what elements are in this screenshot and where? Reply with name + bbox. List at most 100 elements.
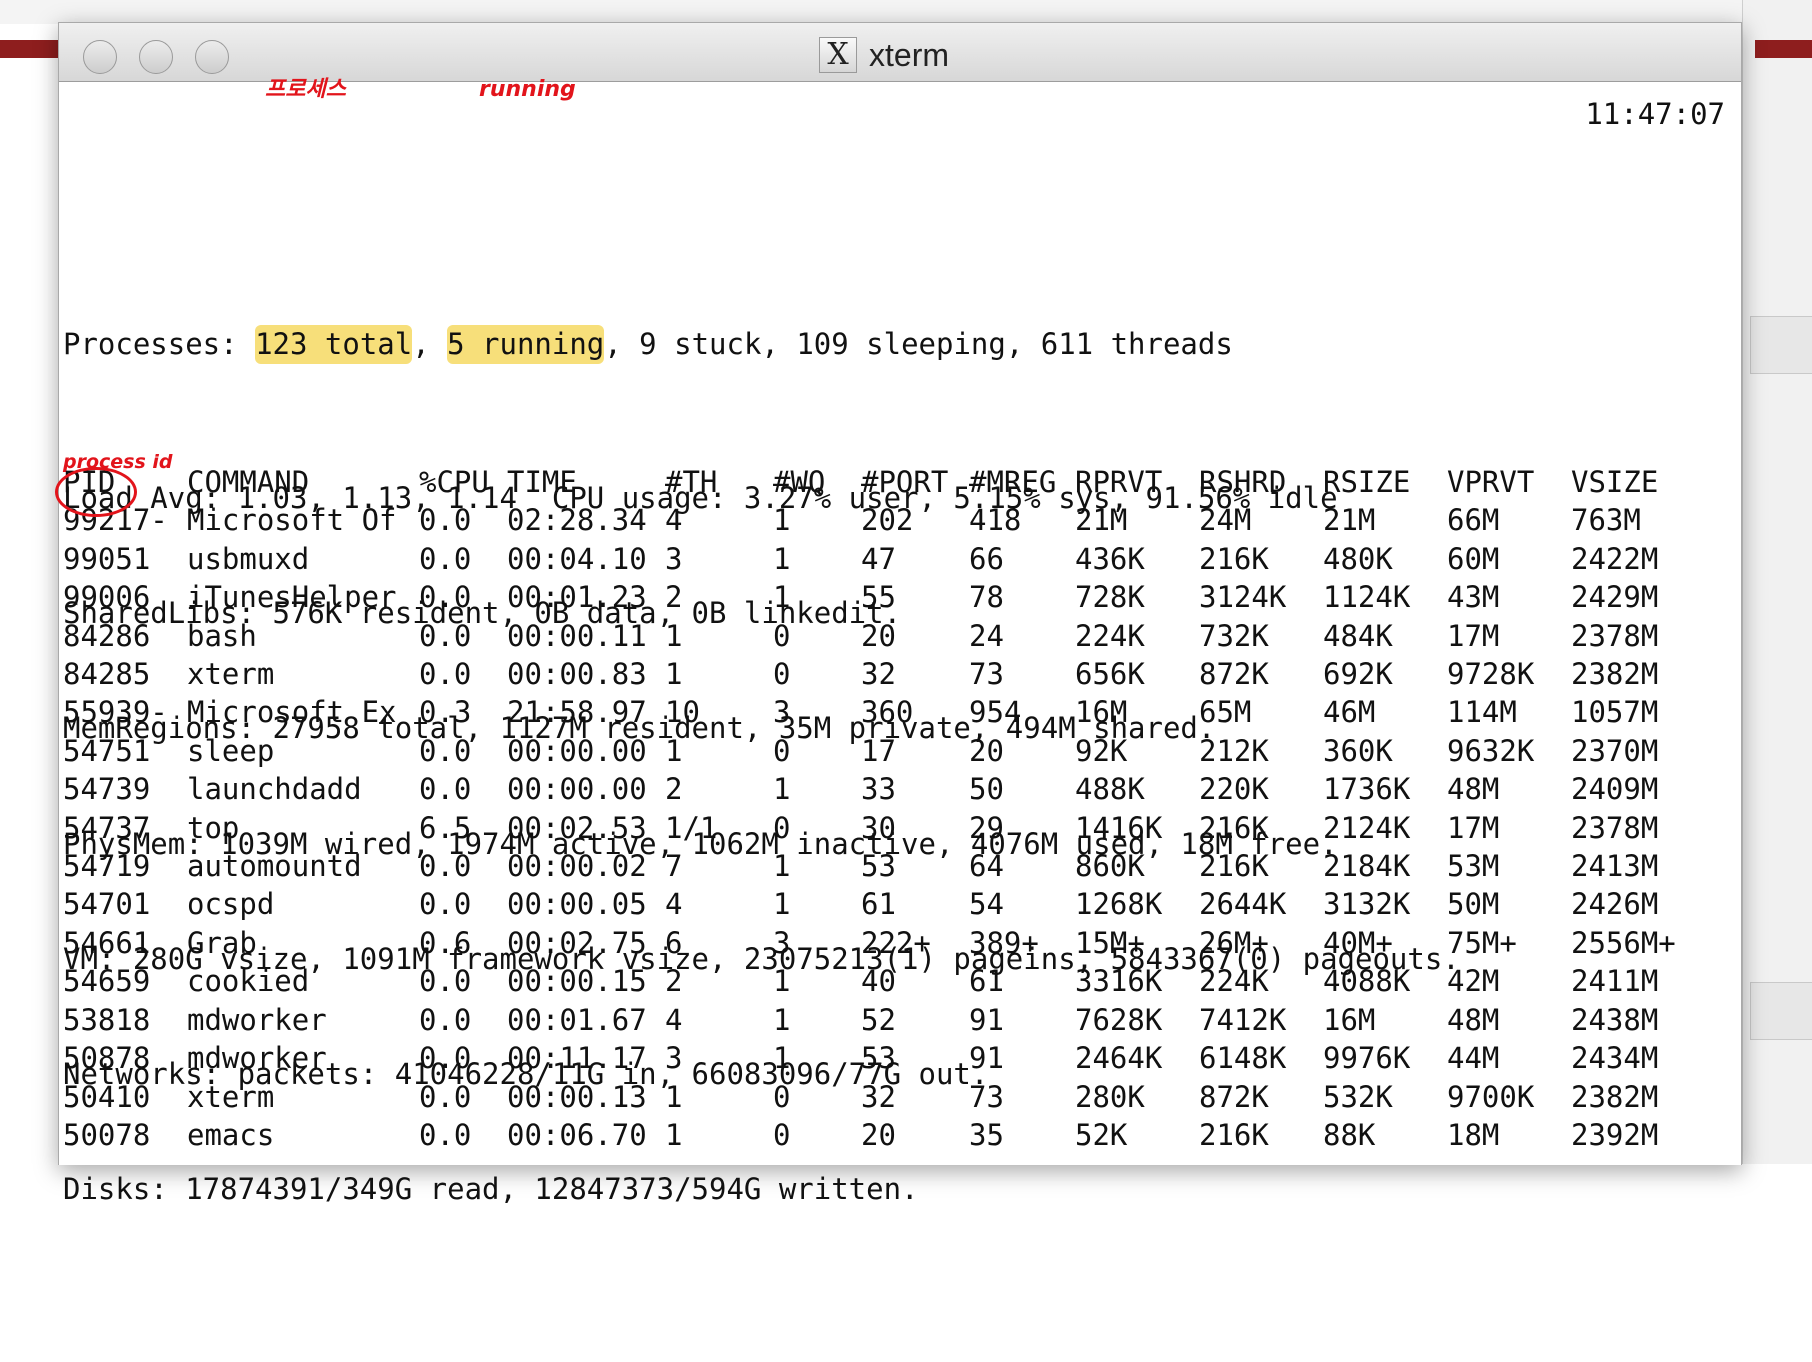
cell-vprvt: 43M [1447,580,1500,615]
cell-pid: 99051 [63,541,151,576]
cell-threads: 1/1 [665,810,718,845]
cell-threads: 6 [665,925,683,960]
cell-ports: 222+ [861,925,931,960]
cell-pid: 54739 [63,772,151,807]
cell-threads: 4 [665,887,683,922]
terminal-output[interactable]: 프로세스 running process id Processes: 123 t… [55,77,1733,1362]
cell-vprvt: 48M [1447,772,1500,807]
column-header-rshrd: RSHRD [1199,465,1287,499]
cell-rprvt: 436K [1075,541,1145,576]
cell-pid: 53818 [63,1002,151,1037]
cell-rsize: 1736K [1323,772,1411,807]
cell-command: sleep [187,733,275,768]
cell-threads: 1 [665,618,683,653]
cell-cpu: 0.0 [419,887,472,922]
cell-vprvt: 17M [1447,618,1500,653]
cell-rsize: 2124K [1323,810,1411,845]
cell-vsize: 2378M [1571,810,1659,845]
table-row: 54719 automountd 0.0 00:00.02 7 1 53 64 860K 216K… [63,847,1691,885]
cell-ports: 360 [861,695,914,730]
annotation-total-note: 프로세스 [265,77,346,102]
cell-time: 00:01.23 [507,580,647,615]
cell-rprvt: 92K [1075,733,1128,768]
cell-time: 00:00.15 [507,964,647,999]
x11-icon: X [819,37,857,73]
cell-pid: 50410 [63,1079,151,1114]
annotation-running-note: running [479,77,576,102]
cell-vprvt: 60M [1447,541,1500,576]
cell-pid: 84285 [63,657,151,692]
table-row: 50878 mdworker 0.0 00:11.17 3 1 53 91 2464K 6148K… [63,1039,1691,1077]
cell-cpu: 0.0 [419,733,472,768]
cell-rprvt: 15M+ [1075,925,1145,960]
cell-rsize: 40M+ [1323,925,1393,960]
cell-mregions: 73 [969,657,1004,692]
cell-ports: 20 [861,618,896,653]
cell-rshrd: 216K [1199,541,1269,576]
cell-vprvt: 9632K [1447,733,1535,768]
cell-threads: 3 [665,1041,683,1076]
zoom-window-button[interactable] [195,40,229,74]
cell-command: ocspd [187,887,275,922]
cell-rshrd: 872K [1199,657,1269,692]
table-row: 54751 sleep 0.0 00:00.00 1 0 17 20 92K 212K 360K 96… [63,732,1691,770]
cell-rshrd: 216K [1199,849,1269,884]
cell-ports: 32 [861,657,896,692]
column-header-rprvt: RPRVT [1075,465,1163,499]
cell-mregions: 91 [969,1041,1004,1076]
cell-cpu: 0.0 [419,772,472,807]
cell-rprvt: 2464K [1075,1041,1163,1076]
cell-rprvt: 728K [1075,580,1145,615]
xterm-window[interactable]: X xterm 프로세스 running process id Processe… [55,22,1742,1206]
cell-vsize: 2422M [1571,541,1659,576]
cell-workqueue: 0 [773,657,791,692]
cell-mregions: 20 [969,733,1004,768]
cell-threads: 1 [665,657,683,692]
cell-rshrd: 3124K [1199,580,1287,615]
cell-mregions: 54 [969,887,1004,922]
column-header-rsize: RSIZE [1323,465,1411,499]
cell-threads: 4 [665,503,683,538]
cell-vsize: 2434M [1571,1041,1659,1076]
cell-rprvt: 224K [1075,618,1145,653]
cell-command: mdworker [187,1041,327,1076]
cell-ports: 32 [861,1079,896,1114]
close-window-button[interactable] [83,40,117,74]
minimize-window-button[interactable] [139,40,173,74]
cell-time: 00:00.00 [507,733,647,768]
cell-command: Microsoft Of [187,503,397,538]
background-side-tab [1750,982,1812,1040]
background-red-bar-left [0,40,60,58]
cell-pid: 55939- [63,695,168,730]
cell-threads: 2 [665,580,683,615]
cell-rprvt: 16M [1075,695,1128,730]
cell-ports: 53 [861,1041,896,1076]
cell-ports: 53 [861,849,896,884]
cell-vprvt: 66M [1447,503,1500,538]
cell-mregions: 61 [969,964,1004,999]
cell-threads: 1 [665,733,683,768]
cell-rsize: 480K [1323,541,1393,576]
cell-threads: 1 [665,1117,683,1152]
cell-cpu: 0.6 [419,925,472,960]
cell-time: 00:00.05 [507,887,647,922]
cell-mregions: 91 [969,1002,1004,1037]
cell-pid: 54751 [63,733,151,768]
cell-pid: 99006 [63,580,151,615]
cell-cpu: 0.0 [419,541,472,576]
cell-vsize: 2556M+ [1571,925,1676,960]
cell-rprvt: 52K [1075,1117,1128,1152]
cell-time: 00:01.67 [507,1002,647,1037]
cell-rshrd: 220K [1199,772,1269,807]
cell-vsize: 2378M [1571,618,1659,653]
cell-time: 00:00.02 [507,849,647,884]
cell-rprvt: 7628K [1075,1002,1163,1037]
cell-command: automountd [187,849,362,884]
cell-vsize: 2438M [1571,1002,1659,1037]
processes-label: Processes: [63,327,256,362]
cell-rprvt: 860K [1075,849,1145,884]
cell-time: 00:00.00 [507,772,647,807]
cell-time: 00:00.13 [507,1079,647,1114]
cell-pid: 54659 [63,964,151,999]
cell-rprvt: 488K [1075,772,1145,807]
